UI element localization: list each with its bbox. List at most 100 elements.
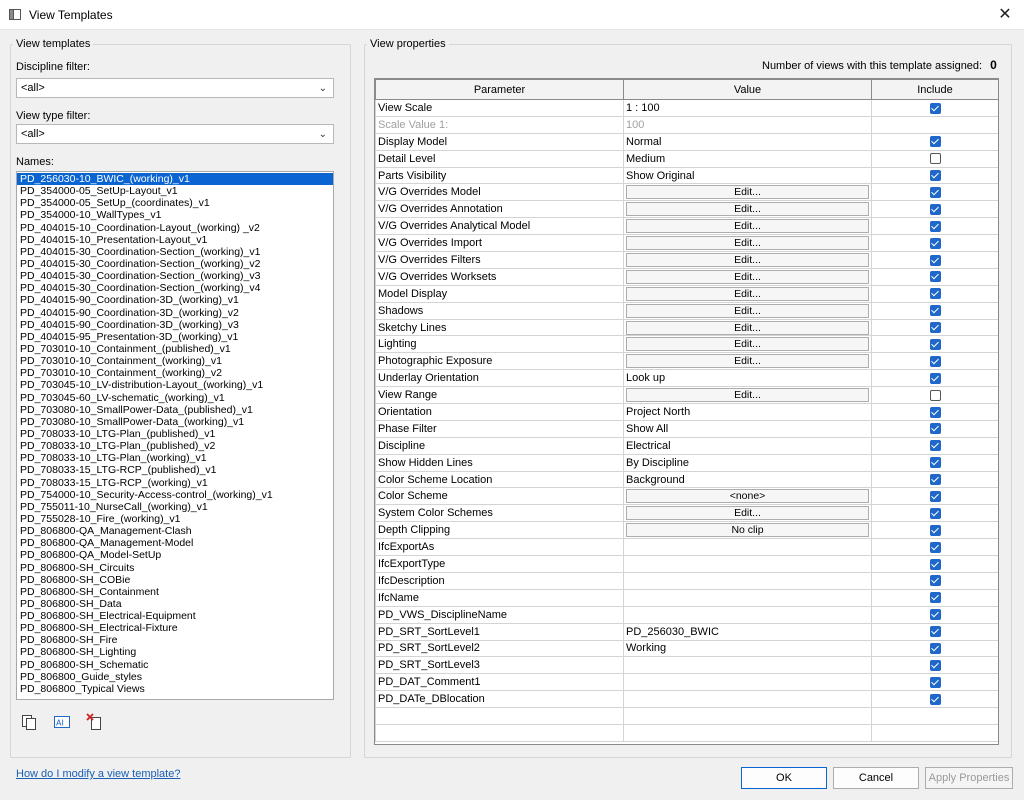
include-checkbox-checked[interactable] [929, 355, 941, 367]
value-cell[interactable] [623, 555, 872, 573]
value-cell[interactable]: 100 [623, 115, 872, 134]
list-item[interactable]: PD_404015-10_Presentation-Layout_v1 [17, 234, 333, 246]
ok-button[interactable]: OK [741, 767, 827, 789]
edit-button[interactable]: Edit... [626, 354, 869, 369]
value-cell[interactable]: Project North [623, 403, 872, 421]
edit-button[interactable]: Edit... [626, 219, 869, 234]
include-checkbox-checked[interactable] [929, 457, 941, 469]
list-item[interactable]: PD_806800_Typical Views [17, 683, 333, 695]
apply-properties-button[interactable]: Apply Properties [925, 767, 1013, 789]
value-cell[interactable] [623, 538, 872, 557]
list-item[interactable]: PD_404015-30_Coordination-Section_(worki… [17, 258, 333, 270]
value-cell[interactable]: Show All [623, 419, 872, 438]
value-cell[interactable] [623, 673, 872, 692]
list-item[interactable]: PD_703010-10_Containment_(published)_v1 [17, 343, 333, 355]
include-checkbox-unchecked[interactable] [929, 389, 941, 401]
value-cell[interactable]: 1 : 100 [623, 99, 872, 117]
include-checkbox-checked[interactable] [929, 491, 941, 503]
list-item[interactable]: PD_806800-SH_Electrical-Fixture [17, 622, 333, 634]
value-cell[interactable]: Show Original [623, 166, 872, 185]
list-item[interactable]: PD_404015-30_Coordination-Section_(worki… [17, 282, 333, 294]
list-item[interactable]: PD_806800-QA_Management-Clash [17, 525, 333, 537]
include-checkbox-checked[interactable] [929, 102, 941, 114]
edit-button[interactable]: Edit... [626, 185, 869, 200]
list-item[interactable]: PD_806800-SH_Containment [17, 586, 333, 598]
list-item[interactable]: PD_806800-QA_Management-Model [17, 537, 333, 549]
value-cell[interactable] [623, 571, 872, 590]
include-checkbox-checked[interactable] [929, 203, 941, 215]
include-checkbox-checked[interactable] [929, 541, 941, 553]
list-item[interactable]: PD_354000-10_WallTypes_v1 [17, 209, 333, 221]
duplicate-icon[interactable] [20, 713, 38, 731]
include-checkbox-checked[interactable] [929, 237, 941, 249]
value-cell[interactable] [623, 656, 872, 675]
include-checkbox-checked[interactable] [929, 575, 941, 587]
list-item[interactable]: PD_806800-QA_Model-SetUp [17, 549, 333, 561]
include-checkbox-checked[interactable] [929, 440, 941, 452]
value-cell[interactable] [623, 588, 872, 607]
include-checkbox-checked[interactable] [929, 322, 941, 334]
names-list[interactable]: PD_256030-10_BWIC_(working)_v1 PD_354000-… [16, 171, 334, 700]
list-item[interactable]: PD_754000-10_Security-Access-control_(wo… [17, 489, 333, 501]
list-item[interactable]: PD_755028-10_Fire_(working)_v1 [17, 513, 333, 525]
list-item[interactable]: PD_703010-10_Containment_(working)_v2 [17, 367, 333, 379]
help-link[interactable]: How do I modify a view template? [16, 768, 180, 780]
edit-button[interactable]: No clip [626, 523, 869, 538]
edit-button[interactable]: <none> [626, 489, 869, 504]
value-cell[interactable]: By Discipline [623, 453, 872, 472]
include-checkbox-checked[interactable] [929, 305, 941, 317]
rename-icon[interactable]: AI [53, 713, 71, 731]
edit-button[interactable]: Edit... [626, 303, 869, 318]
include-checkbox-checked[interactable] [929, 136, 941, 148]
value-cell[interactable]: Electrical [623, 436, 872, 455]
close-icon[interactable]: ✕ [994, 4, 1016, 26]
include-checkbox-unchecked[interactable] [929, 153, 941, 165]
list-item[interactable]: PD_404015-10_Coordination-Layout_(workin… [17, 222, 333, 234]
include-checkbox-checked[interactable] [929, 626, 941, 638]
include-checkbox-checked[interactable] [929, 254, 941, 266]
delete-icon[interactable] [86, 713, 104, 731]
list-item[interactable]: PD_404015-30_Coordination-Section_(worki… [17, 246, 333, 258]
include-checkbox-checked[interactable] [929, 406, 941, 418]
discipline-filter-select[interactable]: <all> ⌄ [16, 78, 334, 98]
edit-button[interactable]: Edit... [626, 506, 869, 521]
list-item[interactable]: PD_404015-90_Coordination-3D_(working)_v… [17, 294, 333, 306]
edit-button[interactable]: Edit... [626, 388, 869, 403]
list-item[interactable]: PD_703045-10_LV-distribution-Layout_(wor… [17, 379, 333, 391]
edit-button[interactable]: Edit... [626, 252, 869, 267]
column-header-value[interactable]: Value [623, 79, 872, 100]
list-item[interactable]: PD_354000-05_SetUp-Layout_v1 [17, 185, 333, 197]
list-item[interactable]: PD_806800_Guide_styles [17, 671, 333, 683]
edit-button[interactable]: Edit... [626, 269, 869, 284]
include-checkbox-checked[interactable] [929, 288, 941, 300]
include-checkbox-checked[interactable] [929, 524, 941, 536]
include-checkbox-checked[interactable] [929, 372, 941, 384]
list-item[interactable]: PD_404015-95_Presentation-3D_(working)_v… [17, 331, 333, 343]
view-type-filter-select[interactable]: <all> ⌄ [16, 124, 334, 144]
value-cell[interactable]: Look up [623, 369, 872, 388]
list-item[interactable]: PD_404015-90_Coordination-3D_(working)_v… [17, 319, 333, 331]
edit-button[interactable]: Edit... [626, 202, 869, 217]
edit-button[interactable]: Edit... [626, 337, 869, 352]
list-item[interactable]: PD_256030-10_BWIC_(working)_v1 [17, 173, 333, 186]
include-checkbox-checked[interactable] [929, 558, 941, 570]
list-item[interactable]: PD_354000-05_SetUp_(coordinates)_v1 [17, 197, 333, 209]
list-item[interactable]: PD_703080-10_SmallPower-Data_(working)_v… [17, 416, 333, 428]
list-item[interactable]: PD_806800-SH_Data [17, 598, 333, 610]
include-checkbox-checked[interactable] [929, 659, 941, 671]
value-cell[interactable] [623, 605, 872, 624]
list-item[interactable]: PD_806800-SH_Fire [17, 634, 333, 646]
include-checkbox-checked[interactable] [929, 170, 941, 182]
value-cell[interactable]: Background [623, 470, 872, 489]
list-item[interactable]: PD_806800-SH_Schematic [17, 659, 333, 671]
include-checkbox-checked[interactable] [929, 474, 941, 486]
list-item[interactable]: PD_404015-90_Coordination-3D_(working)_v… [17, 307, 333, 319]
value-cell[interactable]: Working [623, 639, 872, 658]
include-checkbox-checked[interactable] [929, 643, 941, 655]
list-item[interactable]: PD_708033-10_LTG-Plan_(published)_v2 [17, 440, 333, 452]
list-item[interactable]: PD_708033-10_LTG-Plan_(working)_v1 [17, 452, 333, 464]
value-cell[interactable]: Medium [623, 149, 872, 168]
list-item[interactable]: PD_703080-10_SmallPower-Data_(published)… [17, 404, 333, 416]
include-checkbox-checked[interactable] [929, 220, 941, 232]
include-checkbox-checked[interactable] [929, 592, 941, 604]
